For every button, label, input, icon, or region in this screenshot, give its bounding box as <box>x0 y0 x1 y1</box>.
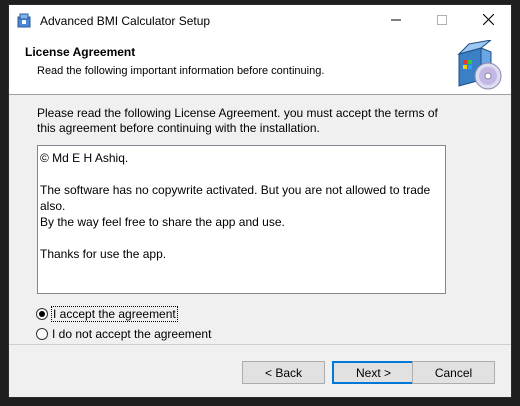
page-title: License Agreement <box>25 45 136 59</box>
license-line: © Md E H Ashiq. <box>40 151 129 165</box>
instructions-text: Please read the following License Agreem… <box>37 106 438 135</box>
footer-divider <box>9 344 511 345</box>
setup-box-cd-icon <box>455 39 503 90</box>
next-button[interactable]: Next > <box>332 361 415 384</box>
decline-label[interactable]: I do not accept the agreement <box>52 327 211 341</box>
license-line: The software has no copywrite activated.… <box>40 183 431 213</box>
maximize-button[interactable] <box>419 5 465 36</box>
license-line: By the way feel free to share the app an… <box>40 215 285 229</box>
cancel-button[interactable]: Cancel <box>412 361 495 384</box>
wizard-header: License Agreement Read the following imp… <box>9 36 511 95</box>
installer-icon <box>16 13 32 29</box>
license-line: Thanks for use the app. <box>40 247 167 261</box>
accept-radio-option[interactable]: I accept the agreement <box>36 306 178 322</box>
minimize-button[interactable] <box>373 5 419 36</box>
minimize-icon <box>391 14 401 28</box>
accept-radio[interactable] <box>36 308 48 320</box>
maximize-icon <box>437 14 447 28</box>
window-title: Advanced BMI Calculator Setup <box>40 13 211 28</box>
setup-window: Advanced BMI Calculator Setup License Ag… <box>8 4 512 398</box>
accept-label[interactable]: I accept the agreement <box>51 306 178 322</box>
page-subtitle: Read the following important information… <box>37 65 325 77</box>
close-icon <box>482 13 494 28</box>
close-button[interactable] <box>465 5 511 36</box>
license-textbox[interactable]: © Md E H Ashiq. The software has no copy… <box>37 145 446 294</box>
decline-radio-option[interactable]: I do not accept the agreement <box>36 327 211 341</box>
title-bar[interactable]: Advanced BMI Calculator Setup <box>9 5 511 36</box>
back-button[interactable]: < Back <box>242 361 325 384</box>
decline-radio[interactable] <box>36 328 48 340</box>
